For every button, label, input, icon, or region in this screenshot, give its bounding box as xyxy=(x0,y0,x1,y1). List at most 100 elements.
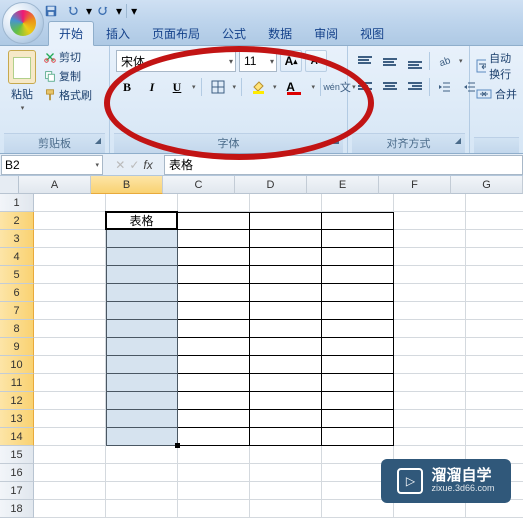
row-header-9[interactable]: 9 xyxy=(0,338,34,356)
align-right-button[interactable] xyxy=(404,76,426,98)
format-painter-button[interactable]: 格式刷 xyxy=(42,86,93,104)
alignment-launcher-icon[interactable]: ◢ xyxy=(453,136,463,146)
font-launcher-icon[interactable]: ◢ xyxy=(331,136,341,146)
row-header-12[interactable]: 12 xyxy=(0,392,34,410)
name-box[interactable]: B2▾ xyxy=(1,155,103,175)
tab-insert[interactable]: 插入 xyxy=(96,22,140,45)
row-header-10[interactable]: 10 xyxy=(0,356,34,374)
group-title-alignment: 对齐方式◢ xyxy=(352,133,465,153)
orientation-button[interactable]: ab xyxy=(433,50,455,72)
cancel-icon[interactable]: ✕ xyxy=(115,158,125,172)
col-header-D[interactable]: D xyxy=(235,176,307,194)
tab-page-layout[interactable]: 页面布局 xyxy=(142,22,210,45)
grow-font-button[interactable]: A▴ xyxy=(280,50,302,72)
row-header-2[interactable]: 2 xyxy=(0,212,34,230)
font-color-dropdown-icon[interactable]: ▾ xyxy=(312,83,316,91)
group-title-empty xyxy=(474,137,519,153)
row-header-13[interactable]: 13 xyxy=(0,410,34,428)
tab-home[interactable]: 开始 xyxy=(48,21,94,46)
row-header-16[interactable]: 16 xyxy=(0,464,34,482)
watermark-sub: zixue.3d66.com xyxy=(431,484,494,494)
enter-icon[interactable]: ✓ xyxy=(129,158,139,172)
active-cell[interactable]: 表格 xyxy=(105,211,178,230)
col-header-B[interactable]: B xyxy=(91,176,163,194)
row-header-3[interactable]: 3 xyxy=(0,230,34,248)
underline-button[interactable]: U xyxy=(166,76,188,98)
orientation-dropdown-icon[interactable]: ▾ xyxy=(459,57,463,65)
fill-handle[interactable] xyxy=(175,443,180,448)
col-header-C[interactable]: C xyxy=(163,176,235,194)
row-header-14[interactable]: 14 xyxy=(0,428,34,446)
row-header-7[interactable]: 7 xyxy=(0,302,34,320)
align-top-button[interactable] xyxy=(354,50,376,72)
select-all-corner[interactable] xyxy=(0,176,19,194)
wrap-text-button[interactable]: 自动换行 xyxy=(476,50,517,82)
paste-dropdown-icon[interactable]: ▾ xyxy=(21,104,25,112)
office-logo-icon xyxy=(10,10,36,36)
underline-dropdown-icon[interactable]: ▾ xyxy=(192,83,196,91)
borders-dropdown-icon[interactable]: ▾ xyxy=(233,83,237,91)
row-header-4[interactable]: 4 xyxy=(0,248,34,266)
ribbon: 粘贴 ▾ 剪切 复制 格式刷 剪贴板◢ 宋体▾ 11▾ A▴ A▾ B I U▾ xyxy=(0,46,523,154)
row-header-11[interactable]: 11 xyxy=(0,374,34,392)
paste-icon xyxy=(8,50,36,84)
align-left-button[interactable] xyxy=(354,76,376,98)
font-size-value: 11 xyxy=(244,54,256,68)
bold-button[interactable]: B xyxy=(116,76,138,98)
row-header-6[interactable]: 6 xyxy=(0,284,34,302)
row-header-17[interactable]: 17 xyxy=(0,482,34,500)
qat-customize-icon[interactable]: ▾ xyxy=(126,4,137,18)
copy-label: 复制 xyxy=(59,68,81,84)
merge-center-button[interactable]: 合并 xyxy=(476,86,517,102)
group-title-font: 字体◢ xyxy=(114,133,343,153)
col-header-G[interactable]: G xyxy=(451,176,523,194)
group-clipboard: 粘贴 ▾ 剪切 复制 格式刷 剪贴板◢ xyxy=(0,46,110,153)
tab-view[interactable]: 视图 xyxy=(350,22,394,45)
borders-button[interactable] xyxy=(207,76,229,98)
row-header-15[interactable]: 15 xyxy=(0,446,34,464)
save-icon[interactable] xyxy=(41,2,61,20)
redo-icon[interactable] xyxy=(93,2,113,20)
fx-icon[interactable]: fx xyxy=(143,158,152,172)
shrink-font-button[interactable]: A▾ xyxy=(305,50,327,72)
name-box-dropdown-icon[interactable]: ▾ xyxy=(95,161,99,169)
font-name-combo[interactable]: 宋体▾ xyxy=(116,50,236,72)
formula-input[interactable]: 表格 xyxy=(164,155,523,175)
col-header-F[interactable]: F xyxy=(379,176,451,194)
copy-button[interactable]: 复制 xyxy=(42,67,93,85)
column-header-row: ABCDEFG xyxy=(0,176,523,194)
fill-color-dropdown-icon[interactable]: ▾ xyxy=(273,83,277,91)
row-header-18[interactable]: 18 xyxy=(0,500,34,518)
paste-button[interactable]: 粘贴 ▾ xyxy=(4,48,40,114)
group-title-clipboard: 剪贴板◢ xyxy=(4,133,105,153)
phonetic-button[interactable]: wén文 xyxy=(326,76,348,98)
tab-data[interactable]: 数据 xyxy=(258,22,302,45)
align-bottom-button[interactable] xyxy=(404,50,426,72)
row-header-8[interactable]: 8 xyxy=(0,320,34,338)
undo-dropdown-icon[interactable]: ▾ xyxy=(86,4,92,18)
clipboard-launcher-icon[interactable]: ◢ xyxy=(93,136,103,146)
title-bar: ▾ ▾ ▾ xyxy=(0,0,523,22)
col-header-E[interactable]: E xyxy=(307,176,379,194)
decrease-indent-button[interactable] xyxy=(433,76,455,98)
office-button[interactable] xyxy=(2,2,44,44)
group-font: 宋体▾ 11▾ A▴ A▾ B I U▾ ▾ ▾ A▾ wén文▾ 字体◢ xyxy=(110,46,348,153)
row-header-1[interactable]: 1 xyxy=(0,194,34,212)
redo-dropdown-icon[interactable]: ▾ xyxy=(116,4,122,18)
row-header-5[interactable]: 5 xyxy=(0,266,34,284)
cut-button[interactable]: 剪切 xyxy=(42,48,93,66)
fill-color-button[interactable] xyxy=(247,76,269,98)
italic-button[interactable]: I xyxy=(141,76,163,98)
tab-review[interactable]: 审阅 xyxy=(304,22,348,45)
font-color-button[interactable]: A xyxy=(280,76,302,98)
play-icon: ▷ xyxy=(397,468,423,494)
undo-icon[interactable] xyxy=(63,2,83,20)
wrap-label: 自动换行 xyxy=(489,50,517,82)
align-middle-button[interactable] xyxy=(379,50,401,72)
formula-value: 表格 xyxy=(169,156,193,173)
align-center-button[interactable] xyxy=(379,76,401,98)
tab-formulas[interactable]: 公式 xyxy=(212,22,256,45)
ribbon-tabs: 开始 插入 页面布局 公式 数据 审阅 视图 xyxy=(0,22,523,46)
col-header-A[interactable]: A xyxy=(19,176,91,194)
font-size-combo[interactable]: 11▾ xyxy=(239,50,277,72)
